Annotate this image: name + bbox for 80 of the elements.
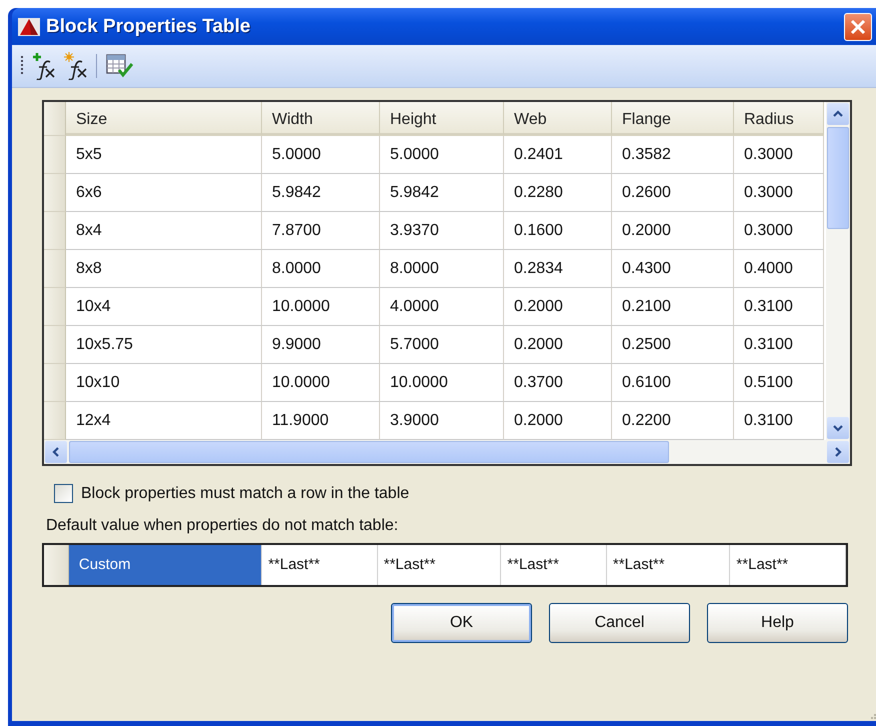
table-cell[interactable]: 8x4 xyxy=(66,212,262,250)
table-cell[interactable]: 10.0000 xyxy=(262,364,380,402)
table-cell[interactable]: 0.2834 xyxy=(504,250,612,288)
scroll-thumb[interactable] xyxy=(69,441,669,463)
table-cell[interactable]: 5.0000 xyxy=(380,136,504,174)
table-cell[interactable]: 0.1600 xyxy=(504,212,612,250)
table-cell[interactable]: 0.2500 xyxy=(612,326,734,364)
table-check-icon[interactable] xyxy=(105,52,135,80)
table-cell[interactable]: 5.7000 xyxy=(380,326,504,364)
column-header[interactable]: Width xyxy=(262,102,380,136)
row-header[interactable] xyxy=(44,250,66,288)
row-header xyxy=(44,102,66,136)
table-cell[interactable]: 0.2401 xyxy=(504,136,612,174)
row-header[interactable] xyxy=(44,364,66,402)
table-cell[interactable]: 0.2000 xyxy=(504,288,612,326)
table-cell[interactable]: 8.0000 xyxy=(262,250,380,288)
default-value-label: Default value when properties do not match table: xyxy=(46,517,400,535)
row-header[interactable] xyxy=(44,288,66,326)
table-cell[interactable]: 5.9842 xyxy=(262,174,380,212)
window-title: Block Properties Table xyxy=(46,16,252,38)
table-cell[interactable]: 8x8 xyxy=(66,250,262,288)
row-header[interactable] xyxy=(44,326,66,364)
table-cell[interactable]: 8.0000 xyxy=(380,250,504,288)
table-cell[interactable]: 5x5 xyxy=(66,136,262,174)
checkbox-label[interactable]: Block properties must match a row in the table xyxy=(81,484,410,502)
app-icon xyxy=(18,16,40,36)
table-cell[interactable]: 7.8700 xyxy=(262,212,380,250)
table-cell[interactable]: 5.0000 xyxy=(262,136,380,174)
table-cell[interactable]: 0.2280 xyxy=(504,174,612,212)
column-header[interactable]: Height xyxy=(380,102,504,136)
table-cell[interactable]: 0.2000 xyxy=(612,212,734,250)
table-cell[interactable]: 0.2600 xyxy=(612,174,734,212)
table-cell[interactable]: 4.0000 xyxy=(380,288,504,326)
new-function-icon[interactable] xyxy=(62,52,88,80)
table-cell[interactable]: 6x6 xyxy=(66,174,262,212)
table-cell[interactable]: 10x10 xyxy=(66,364,262,402)
table-cell[interactable]: 0.3100 xyxy=(734,288,824,326)
table-cell[interactable]: 0.4300 xyxy=(612,250,734,288)
vertical-scrollbar[interactable] xyxy=(826,102,850,440)
table-cell[interactable]: **Last** xyxy=(501,545,607,585)
table-cell[interactable]: 0.5100 xyxy=(734,364,824,402)
row-header xyxy=(44,545,69,585)
table-cell[interactable]: 10x5.75 xyxy=(66,326,262,364)
table-cell[interactable]: 10.0000 xyxy=(380,364,504,402)
column-header[interactable]: Radius xyxy=(734,102,824,136)
table-cell[interactable]: 0.3000 xyxy=(734,174,824,212)
table-cell[interactable]: 0.3000 xyxy=(734,136,824,174)
row-header[interactable] xyxy=(44,402,66,440)
table-cell[interactable]: 3.9370 xyxy=(380,212,504,250)
table-cell[interactable]: 0.3700 xyxy=(504,364,612,402)
table-cell[interactable]: 10x4 xyxy=(66,288,262,326)
row-header[interactable] xyxy=(44,174,66,212)
table-cell[interactable]: **Last** xyxy=(606,545,730,585)
checkbox[interactable] xyxy=(54,484,73,503)
column-header[interactable]: Flange xyxy=(612,102,734,136)
dialog-button[interactable]: OK xyxy=(391,603,532,643)
table-cell[interactable]: **Last** xyxy=(262,545,378,585)
dialog-button[interactable]: Help xyxy=(707,603,848,643)
table-cell[interactable]: 0.6100 xyxy=(612,364,734,402)
add-function-icon[interactable] xyxy=(30,52,56,80)
table-cell[interactable]: 5.9842 xyxy=(380,174,504,212)
table-cell[interactable]: 0.3000 xyxy=(734,212,824,250)
column-header[interactable]: Web xyxy=(504,102,612,136)
table-cell[interactable]: 10.0000 xyxy=(262,288,380,326)
table-cell[interactable]: 0.2000 xyxy=(504,326,612,364)
table-cell[interactable]: 9.9000 xyxy=(262,326,380,364)
table-cell[interactable]: Custom xyxy=(68,545,262,585)
row-header[interactable] xyxy=(44,136,66,174)
table-cell[interactable]: **Last** xyxy=(378,545,502,585)
scroll-thumb[interactable] xyxy=(827,127,849,229)
table-cell[interactable]: **Last** xyxy=(730,545,846,585)
close-button[interactable] xyxy=(844,12,872,40)
table-cell[interactable]: 0.3582 xyxy=(612,136,734,174)
table-cell[interactable]: 0.2100 xyxy=(612,288,734,326)
column-header[interactable]: Size xyxy=(66,102,262,136)
horizontal-scrollbar[interactable] xyxy=(44,440,850,464)
row-header[interactable] xyxy=(44,212,66,250)
table-cell[interactable]: 0.4000 xyxy=(734,250,824,288)
table-cell[interactable]: 0.3100 xyxy=(734,326,824,364)
dialog-button[interactable]: Cancel xyxy=(549,603,690,643)
